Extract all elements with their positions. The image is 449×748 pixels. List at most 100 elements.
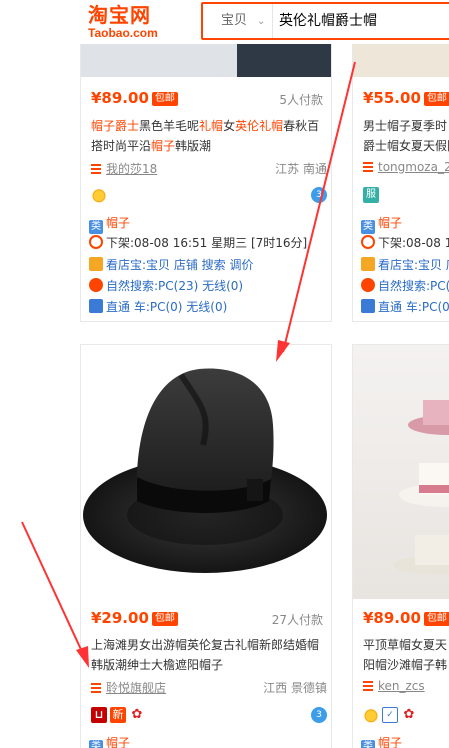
offline-time-row: 下架:08-08 10: — [361, 233, 449, 253]
product-image[interactable] — [81, 345, 331, 599]
flower-icon[interactable]: ✿ — [129, 707, 145, 723]
natural-search-row: 自然搜索:PC(23) 无线(0) — [89, 276, 329, 296]
header: 淘宝网 Taobao.com 宝贝 ⌄ — [0, 0, 449, 44]
title-keyword: 帽子 — [151, 139, 176, 153]
product-card[interactable]: ¥55.00包邮 男士帽子夏季时 爵士帽女夏天假防 tongmoza_20 服 … — [352, 0, 449, 322]
chevron-down-icon: ⌄ — [257, 16, 266, 27]
category-icon: 类 — [89, 220, 103, 234]
clothing-badge-icon[interactable]: 服 — [363, 187, 379, 203]
shop-name-link[interactable]: 聆悦旗舰店 — [106, 681, 166, 695]
wangwang-chat-icon[interactable]: 3 — [311, 187, 327, 203]
natural-search[interactable]: 自然搜索:PC(23) 无线(0) — [106, 279, 243, 293]
category-label[interactable]: 帽子 — [378, 736, 402, 748]
title-text: 黑色羊毛呢 — [139, 119, 200, 133]
offline-time: 下架:08-08 10: — [378, 236, 449, 250]
shop-list-icon — [91, 164, 101, 174]
title-line: 上海滩男女出游帽英伦复古礼帽新郎结婚帽 — [91, 638, 320, 652]
direct-car-row: 直通 车:PC(0) — [361, 297, 449, 317]
title-line: 韩版潮绅士大檐遮阳帽子 — [91, 658, 224, 672]
category-label[interactable]: 帽子 — [378, 216, 402, 230]
new-badge[interactable]: 新 — [110, 707, 126, 723]
shop-row: tongmoza_20 — [363, 160, 449, 178]
price-row: ¥55.00 包邮 — [363, 89, 449, 109]
natural-search-row: 自然搜索:PC( — [361, 276, 449, 296]
search-box: 宝贝 ⌄ — [201, 2, 449, 40]
product-title[interactable]: 帽子爵士黑色羊毛呢礼帽女英伦礼帽春秋百搭时尚平沿帽子韩版潮 — [91, 116, 327, 156]
category-row: 类帽子 — [361, 733, 449, 748]
title-text: 女 — [223, 119, 236, 133]
annotation-arrow-line — [21, 521, 85, 657]
product-title[interactable]: 上海滩男女出游帽英伦复古礼帽新郎结婚帽 韩版潮绅士大檐遮阳帽子 — [91, 635, 331, 675]
store-view-links[interactable]: 看店宝:宝贝 店 — [378, 258, 449, 272]
product-card[interactable]: ¥89.00 包邮 5人付款 帽子爵士黑色羊毛呢礼帽女英伦礼帽春秋百搭时尚平沿帽子… — [80, 0, 332, 322]
title-line: 爵士帽女夏天假防 — [363, 139, 449, 153]
product-title[interactable]: 平顶草帽女夏天 阳帽沙滩帽子韩 — [363, 635, 449, 675]
shield-icon[interactable]: ✓ — [382, 707, 398, 723]
search-type-select[interactable]: 宝贝 ⌄ — [203, 4, 273, 38]
title-keyword: 英伦 — [235, 119, 260, 133]
free-shipping-badge: 包邮 — [151, 92, 178, 106]
direct-car[interactable]: 直通 车:PC(0) — [378, 300, 449, 314]
product-card[interactable]: ¥29.00 包邮 27人付款 上海滩男女出游帽英伦复古礼帽新郎结婚帽 韩版潮绅士… — [80, 344, 332, 748]
natural-search[interactable]: 自然搜索:PC( — [378, 279, 449, 293]
direct-car[interactable]: 直通 车:PC(0) 无线(0) — [106, 300, 227, 314]
store-view-row: 看店宝:宝贝 店铺 搜索 调价 — [89, 255, 329, 275]
person-icon — [89, 278, 103, 292]
shop-name-link[interactable]: 我的莎18 — [106, 162, 157, 176]
price: ¥89.00 — [91, 89, 149, 107]
clock-icon — [89, 235, 103, 249]
shop-row: 我的莎18 江苏 南通 — [91, 160, 327, 178]
sales-count: 5人付款 — [279, 93, 323, 107]
category-label[interactable]: 帽子 — [106, 216, 130, 230]
search-input[interactable] — [279, 4, 449, 38]
free-shipping-badge: 包邮 — [423, 92, 449, 106]
category-label[interactable]: 帽子 — [106, 736, 130, 748]
taobao-logo[interactable]: 淘宝网 Taobao.com — [88, 4, 188, 40]
clock-icon — [361, 235, 375, 249]
title-keyword: 礼帽 — [199, 119, 224, 133]
category-icon: 类 — [361, 740, 375, 748]
title-line: 男士帽子夏季时 — [363, 119, 448, 133]
person-icon — [361, 278, 375, 292]
offline-time-row: 下架:08-08 16:51 星期三 [7时16分] — [89, 233, 329, 253]
wangwang-chat-icon[interactable]: 3 — [311, 707, 327, 723]
mail-icon — [361, 257, 375, 271]
black-fedora-hat-icon — [83, 368, 327, 573]
badge-row: ✓ ✿ — [363, 707, 449, 725]
location: 江苏 南通 — [275, 162, 327, 176]
shop-name-link[interactable]: ken_zcs — [378, 679, 425, 693]
shop-row: ken_zcs — [363, 679, 449, 697]
category-row: 类帽子 — [89, 213, 329, 234]
shop-list-icon — [363, 681, 373, 691]
price: ¥29.00 — [91, 609, 149, 627]
category-icon: 类 — [361, 220, 375, 234]
title-keyword: 爵士 — [115, 119, 140, 133]
product-title[interactable]: 男士帽子夏季时 爵士帽女夏天假防 — [363, 116, 449, 156]
product-image[interactable] — [353, 345, 449, 599]
title-line: 阳帽沙滩帽子韩 — [363, 658, 448, 672]
price-row: ¥89.00 包邮 — [363, 609, 449, 629]
mail-icon — [89, 257, 103, 271]
title-text: 韩版潮 — [175, 139, 212, 153]
crown-icon[interactable] — [91, 187, 107, 203]
badge-row: 3 — [91, 187, 327, 205]
tmall-icon[interactable]: ⊔ — [91, 707, 107, 723]
shop-list-icon — [91, 683, 101, 693]
price-row: ¥29.00 包邮 27人付款 — [91, 609, 323, 629]
direct-car-row: 直通 车:PC(0) 无线(0) — [89, 297, 329, 317]
store-view-links[interactable]: 看店宝:宝贝 店铺 搜索 调价 — [106, 258, 254, 272]
title-keyword: 礼帽 — [259, 119, 284, 133]
free-shipping-badge: 包邮 — [423, 612, 449, 626]
sales-count: 27人付款 — [271, 613, 323, 627]
flower-icon[interactable]: ✿ — [401, 707, 417, 723]
crown-icon[interactable] — [363, 707, 379, 723]
free-shipping-badge: 包邮 — [151, 612, 178, 626]
store-view-row: 看店宝:宝贝 店 — [361, 255, 449, 275]
product-card[interactable]: ¥89.00 包邮 平顶草帽女夏天 阳帽沙滩帽子韩 ken_zcs ✓ ✿ 类帽子 — [352, 344, 449, 748]
logo-text-en: Taobao.com — [88, 26, 158, 40]
shop-name-link[interactable]: tongmoza_20 — [378, 160, 449, 174]
price: ¥89.00 — [363, 609, 421, 627]
shop-row: 聆悦旗舰店 江西 景德镇 — [91, 679, 327, 697]
logo-text-cn: 淘宝网 — [88, 3, 151, 27]
category-icon: 类 — [89, 740, 103, 748]
